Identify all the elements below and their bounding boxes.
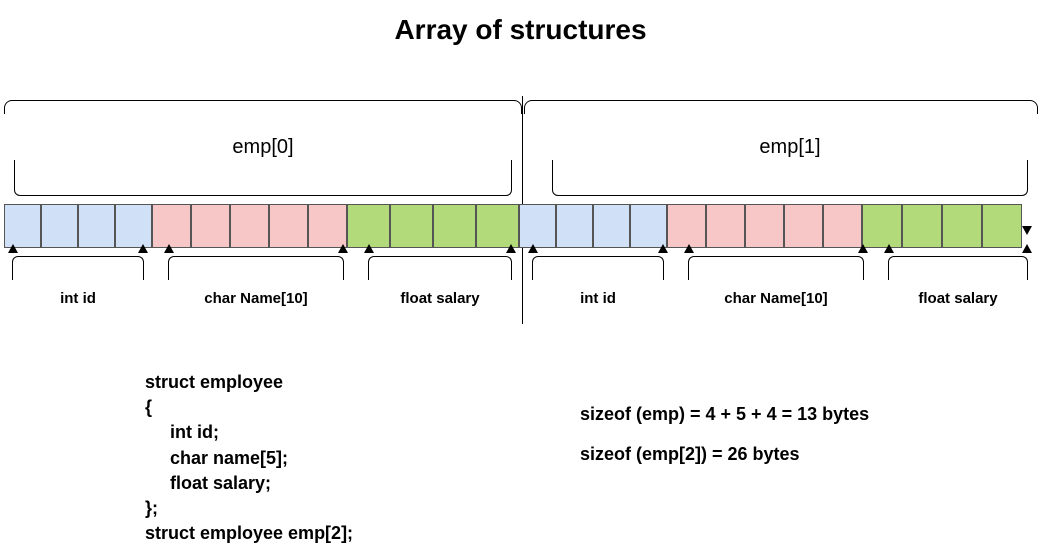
byte-salary <box>902 204 942 248</box>
outer-bracket-emp0 <box>4 100 522 114</box>
arrow-up-icon <box>364 244 374 253</box>
byte-name <box>745 204 784 248</box>
arrow-up-icon <box>528 244 538 253</box>
byte-id <box>4 204 41 248</box>
label-id-0: int id <box>12 290 144 307</box>
byte-name <box>823 204 862 248</box>
label-emp1: emp[1] <box>552 136 1028 159</box>
arrow-up-icon <box>684 244 694 253</box>
label-name-1: char Name[10] <box>688 290 864 307</box>
byte-name <box>667 204 706 248</box>
bottom-bracket-salary-0 <box>368 256 512 280</box>
arrow-up-icon <box>164 244 174 253</box>
byte-name <box>706 204 745 248</box>
byte-id <box>593 204 630 248</box>
bottom-bracket-id-1 <box>532 256 664 280</box>
byte-id <box>115 204 152 248</box>
sizeof-text: sizeof (emp) = 4 + 5 + 4 = 13 bytes size… <box>580 395 869 474</box>
arrow-up-icon <box>884 244 894 253</box>
arrow-down-icon <box>1022 226 1032 235</box>
bottom-bracket-salary-1 <box>888 256 1028 280</box>
byte-id <box>519 204 556 248</box>
top-bracket-emp1 <box>552 160 1028 196</box>
byte-name <box>784 204 823 248</box>
label-emp0: emp[0] <box>14 136 512 159</box>
arrow-up-icon <box>338 244 348 253</box>
outer-bracket-emp1 <box>524 100 1038 114</box>
byte-id <box>556 204 593 248</box>
byte-salary <box>476 204 519 248</box>
byte-name <box>191 204 230 248</box>
memory-diagram: emp[0] emp[1] <box>4 100 1037 330</box>
struct-definition-code: struct employee { int id; char name[5]; … <box>145 370 353 546</box>
bottom-bracket-name-0 <box>168 256 344 280</box>
byte-id <box>41 204 78 248</box>
byte-id <box>78 204 115 248</box>
arrow-up-icon <box>1022 244 1032 253</box>
top-bracket-emp0 <box>14 160 512 196</box>
arrow-up-icon <box>506 244 516 253</box>
arrow-up-icon <box>858 244 868 253</box>
byte-name <box>152 204 191 248</box>
byte-cells <box>4 204 1022 248</box>
bottom-bracket-name-1 <box>688 256 864 280</box>
byte-name <box>269 204 308 248</box>
page-title: Array of structures <box>0 0 1041 46</box>
arrow-up-icon <box>658 244 668 253</box>
bottom-bracket-id-0 <box>12 256 144 280</box>
arrow-up-icon <box>8 244 18 253</box>
label-name-0: char Name[10] <box>168 290 344 307</box>
arrow-up-icon <box>138 244 148 253</box>
byte-salary <box>433 204 476 248</box>
byte-salary <box>347 204 390 248</box>
byte-salary <box>390 204 433 248</box>
byte-id <box>630 204 667 248</box>
byte-name <box>230 204 269 248</box>
label-id-1: int id <box>532 290 664 307</box>
byte-salary <box>862 204 902 248</box>
label-salary-0: float salary <box>368 290 512 307</box>
label-salary-1: float salary <box>888 290 1028 307</box>
byte-salary <box>942 204 982 248</box>
byte-name <box>308 204 347 248</box>
byte-salary <box>982 204 1022 248</box>
